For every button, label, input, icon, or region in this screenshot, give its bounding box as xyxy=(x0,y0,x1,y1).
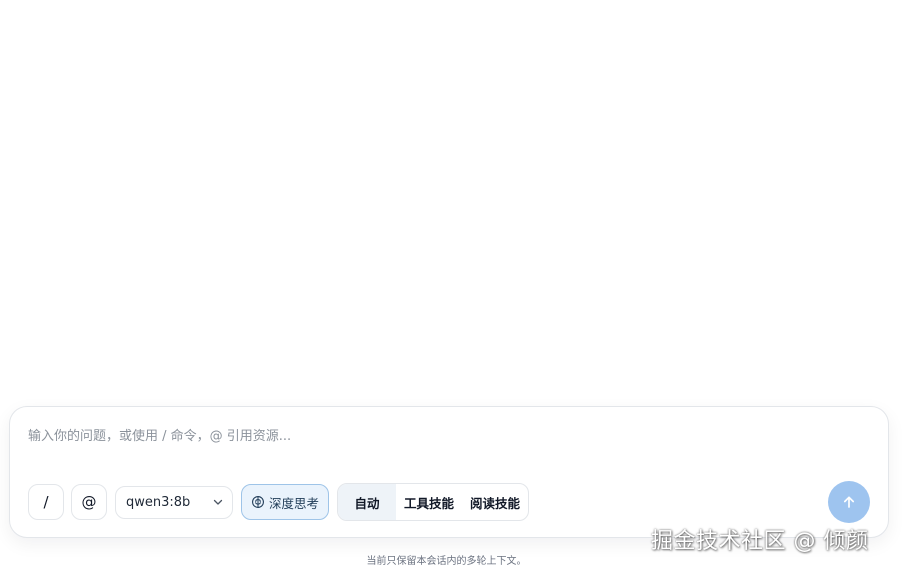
mode-reading-skills-tab[interactable]: 阅读技能 xyxy=(462,484,528,520)
mode-switch: 自动 工具技能 阅读技能 xyxy=(337,483,530,521)
chat-composer: / @ qwen3:8b 深度思考 自 xyxy=(9,406,889,538)
watermark: 掘金技术社区 @ 倾颜 xyxy=(651,529,869,554)
mention-button[interactable]: @ xyxy=(71,484,107,520)
arrow-up-icon xyxy=(843,496,855,508)
composer-toolbar: / @ qwen3:8b 深度思考 自动 工具技能 阅读技能 xyxy=(28,483,530,521)
chevron-down-icon xyxy=(213,499,223,505)
chat-page: / @ qwen3:8b 深度思考 自 xyxy=(0,0,903,570)
mode-auto-tab[interactable]: 自动 xyxy=(338,484,396,520)
mode-tool-skills-tab[interactable]: 工具技能 xyxy=(396,484,462,520)
brain-icon xyxy=(252,496,264,508)
slash-command-button[interactable]: / xyxy=(28,484,64,520)
model-select-value: qwen3:8b xyxy=(126,494,191,510)
deep-think-toggle[interactable]: 深度思考 xyxy=(241,484,329,520)
send-button[interactable] xyxy=(828,481,870,523)
prompt-input[interactable] xyxy=(28,425,868,447)
model-select[interactable]: qwen3:8b xyxy=(115,485,233,519)
deep-think-label: 深度思考 xyxy=(268,495,319,511)
